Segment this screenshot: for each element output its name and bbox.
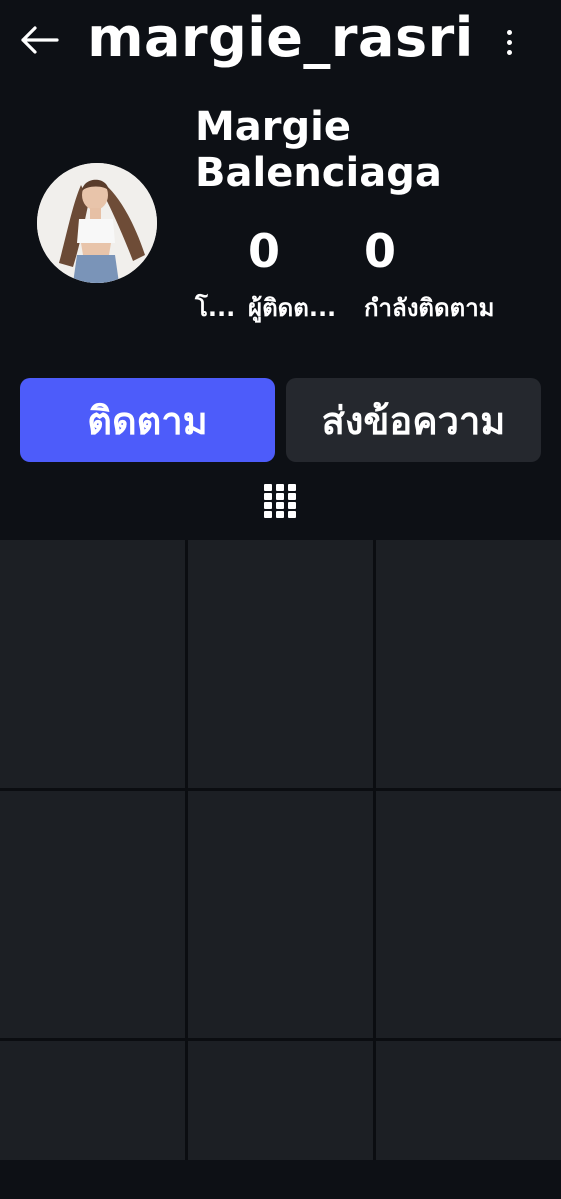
profile-username: margie_rasri: [87, 6, 474, 69]
post-tile[interactable]: [376, 540, 561, 788]
grid-icon-square: [264, 493, 272, 500]
avatar[interactable]: [37, 163, 157, 283]
profile-photo: [37, 163, 157, 283]
display-name-line-1: Margie: [195, 104, 351, 150]
grid-icon-square: [276, 502, 284, 509]
grid-icon-square: [264, 484, 272, 491]
post-tile[interactable]: [0, 791, 185, 1038]
grid-icon-square: [264, 502, 272, 509]
grid-icon-square: [276, 484, 284, 491]
followers-count[interactable]: 0: [248, 224, 280, 278]
post-tile[interactable]: [188, 540, 373, 788]
followers-label[interactable]: ผู้ติดต...: [248, 288, 336, 327]
post-tile[interactable]: [376, 791, 561, 1038]
grid-icon-square: [276, 493, 284, 500]
posts-grid: [0, 540, 561, 1160]
following-count[interactable]: 0: [364, 224, 396, 278]
more-options-button[interactable]: [492, 20, 526, 64]
message-button[interactable]: ส่งข้อความ: [286, 378, 541, 462]
grid-icon-square: [288, 511, 296, 518]
more-vertical-icon-dot: [506, 49, 512, 55]
follow-button[interactable]: ติดตาม: [20, 378, 275, 462]
post-tile[interactable]: [188, 1041, 373, 1160]
grid-icon-square: [288, 493, 296, 500]
display-name: Margie Balenciaga: [195, 104, 442, 196]
post-tile[interactable]: [0, 1041, 185, 1160]
post-tile[interactable]: [188, 791, 373, 1038]
grid-icon-square: [264, 511, 272, 518]
grid-icon-square: [276, 511, 284, 518]
more-vertical-icon-dot: [506, 39, 512, 45]
following-label[interactable]: กำลังติดตาม: [364, 288, 495, 327]
top-bar: margie_rasri: [0, 0, 561, 90]
posts-label[interactable]: โ...: [195, 288, 235, 327]
post-tile[interactable]: [376, 1041, 561, 1160]
grid-icon[interactable]: [264, 484, 296, 520]
bottom-bar: [0, 1160, 561, 1199]
grid-icon-square: [288, 502, 296, 509]
grid-icon-square: [288, 484, 296, 491]
more-vertical-icon: [506, 29, 512, 35]
post-tile[interactable]: [0, 540, 185, 788]
display-name-line-2: Balenciaga: [195, 150, 442, 196]
